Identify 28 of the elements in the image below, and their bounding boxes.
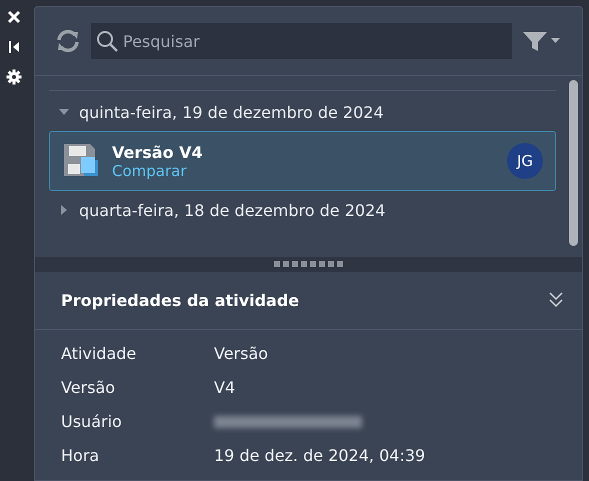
date-group-header[interactable]: quarta-feira, 18 de dezembro de 2024: [49, 195, 396, 225]
search-icon: [95, 29, 119, 53]
property-value: Versão: [214, 343, 270, 365]
scrollbar[interactable]: [569, 80, 578, 246]
collapse-button[interactable]: [548, 291, 564, 310]
close-button[interactable]: [5, 8, 23, 26]
date-group-header[interactable]: quinta-feira, 19 de dezembro de 2024: [49, 97, 394, 127]
search-field[interactable]: Pesquisar: [91, 23, 512, 59]
property-label: Hora: [61, 445, 100, 467]
properties-title: Propriedades da atividade: [61, 290, 300, 310]
property-value: 19 de dez. de 2024, 04:39: [214, 445, 426, 467]
version-title: Versão V4: [112, 142, 203, 162]
compare-link[interactable]: Comparar: [112, 162, 203, 180]
property-value: V4: [214, 377, 236, 399]
version-item[interactable]: Versão V4 Comparar JG: [49, 131, 556, 191]
caret-right-icon: [59, 205, 69, 215]
property-label: Versão: [61, 377, 116, 399]
refresh-button[interactable]: [55, 29, 81, 53]
property-label: Usuário: [61, 411, 123, 433]
dock-icon: [8, 40, 20, 54]
splitter-handle[interactable]: [35, 256, 582, 272]
filter-button[interactable]: [522, 30, 562, 52]
settings-icon: [6, 69, 22, 85]
close-icon: [7, 10, 21, 24]
property-label: Atividade: [61, 343, 138, 365]
settings-button[interactable]: [5, 68, 23, 86]
user-avatar: JG: [507, 143, 543, 179]
caret-down-icon: [59, 107, 69, 117]
